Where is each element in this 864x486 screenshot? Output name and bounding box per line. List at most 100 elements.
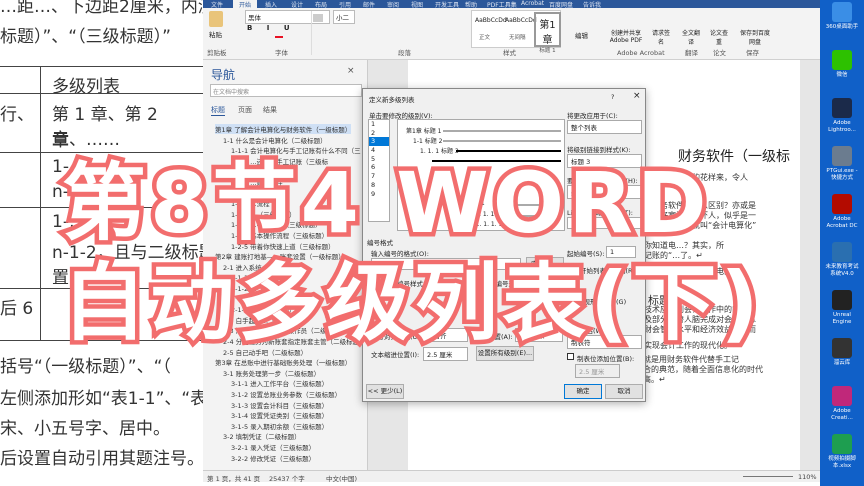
nav-heading-item[interactable]: 1-2-3 …导与系统（三级标题） xyxy=(231,219,322,229)
tab-stop-checkbox[interactable] xyxy=(567,353,574,360)
desktop-icon[interactable]: 视频拍摄脚本.xlsx xyxy=(823,434,861,470)
listnum-input[interactable] xyxy=(567,217,642,229)
font-size-select[interactable]: 小二 xyxy=(333,10,355,24)
nav-tab-pages[interactable]: 页面 xyxy=(238,105,252,115)
tab-home[interactable]: 开始 xyxy=(233,0,258,9)
paste-icon[interactable] xyxy=(209,11,223,27)
nav-heading-item[interactable]: 第2章 建账打地基——账套设置（一级标题） xyxy=(215,251,345,261)
help-button[interactable]: ? xyxy=(611,93,614,101)
number-format-input[interactable]: 1-1-1 xyxy=(371,258,521,270)
nav-heading-item[interactable]: 1-2-5 带着你快速上道（三级标题） xyxy=(231,241,335,251)
nav-heading-item[interactable]: 3-1-5 录入期初余额（三级标题） xyxy=(231,421,328,431)
request-signature-button[interactable]: 请求签名 xyxy=(650,28,672,46)
indent-input[interactable]: 2.5 厘米 xyxy=(423,347,468,361)
edit-button[interactable]: 编辑 xyxy=(575,30,588,40)
nav-heading-item[interactable]: 1-1-1 会计电算化与手工记账有什么不同（三 xyxy=(231,145,361,155)
tab-baidu[interactable]: 百度网盘 xyxy=(549,0,573,9)
start-at-input[interactable]: 1 xyxy=(606,246,636,258)
nav-heading-item[interactable]: 2-4 分配任务为新账套指定账套主管（二级标题） xyxy=(223,336,366,346)
align-at-input[interactable]: 1.5 厘米 xyxy=(515,328,563,342)
nav-heading-item[interactable]: 3-2-2 修改凭证（三级标题） xyxy=(231,453,315,463)
nav-heading-item[interactable]: 2-1-3 … xyxy=(231,294,257,302)
nav-tab-headings[interactable]: 标题 xyxy=(211,105,225,116)
font-color-icon[interactable] xyxy=(275,36,283,38)
baidu-save-button[interactable]: 保存到百度网盘 xyxy=(740,28,770,46)
tab-help[interactable]: 帮助 xyxy=(465,0,477,9)
gallery-level-select[interactable]: 级别 1 xyxy=(567,185,642,199)
nav-tab-results[interactable]: 结果 xyxy=(263,105,277,115)
tab-stop-input[interactable]: 2.5 厘米 xyxy=(575,364,620,378)
apply-to-select[interactable]: 整个列表 xyxy=(567,120,642,134)
nav-heading-item[interactable]: 2-1 进入系统… xyxy=(223,262,268,272)
level-option[interactable]: 1 xyxy=(369,120,389,129)
page-count[interactable]: 第 1 页，共 41 页 xyxy=(207,473,260,483)
nav-heading-item[interactable]: 1-2-1 …流程 xyxy=(231,198,270,208)
nav-heading-item[interactable]: 3-1-2 设置总账业务参数（三级标题） xyxy=(231,389,341,399)
level-option[interactable]: 4 xyxy=(369,146,389,155)
tab-layout[interactable]: 布局 xyxy=(315,0,327,9)
tab-insert[interactable]: 插入 xyxy=(265,0,277,9)
level-option[interactable]: 8 xyxy=(369,181,389,190)
nav-heading-item[interactable]: 3-1-3 设置会计科目（三级标题） xyxy=(231,400,328,410)
styles-gallery[interactable]: AaBbCcDd 正文 AaBbCcDd 无间隔 第1章 标题 1 xyxy=(471,10,561,54)
desktop-icon[interactable]: 溜云库 xyxy=(823,338,861,367)
tab-developer[interactable]: 开发工具 xyxy=(435,0,459,9)
nav-heading-item[interactable]: 3-1-1 进入工作平台（三级标题） xyxy=(231,378,328,388)
nav-heading-item[interactable]: 1-1-4 …财务软件 xyxy=(231,177,283,187)
level-option[interactable]: 7 xyxy=(369,172,389,181)
cancel-button[interactable]: 取消 xyxy=(605,384,643,399)
nav-heading-item[interactable]: 3-1 账务处理第一步（二级标题） xyxy=(223,368,320,378)
nav-heading-item[interactable]: 2-5 自己动手吧（二级标题） xyxy=(223,347,307,357)
tab-tell-me[interactable]: 告诉我 xyxy=(583,0,601,9)
tab-mailings[interactable]: 邮件 xyxy=(363,0,375,9)
nav-heading-item[interactable]: 1-2-4 基本操作流程（三级标题） xyxy=(231,230,328,240)
level-option[interactable]: 3 xyxy=(369,137,389,147)
format-buttons[interactable]: B I U xyxy=(247,24,296,32)
nav-heading-item[interactable]: 1-2 …（二级标题） xyxy=(223,188,281,198)
list-preview[interactable]: 第1章 标题 1 1-1 标题 2 1. 1. 1 标题 3 1. 1. 1. … xyxy=(397,119,565,231)
link-style-select[interactable]: 标题 3 xyxy=(567,154,642,168)
desktop-icon[interactable]: Adobe Creati... xyxy=(823,386,861,422)
zoom-level[interactable]: 110% xyxy=(798,473,817,481)
tab-acrobat[interactable]: Acrobat xyxy=(521,0,544,8)
close-button[interactable]: × xyxy=(633,91,641,101)
tab-view[interactable]: 视图 xyxy=(411,0,423,9)
tab-review[interactable]: 审阅 xyxy=(387,0,399,9)
less-button[interactable]: << 更少(L) xyxy=(366,384,404,399)
nav-search-input[interactable]: 在文档中搜索 xyxy=(210,84,362,97)
level-list[interactable]: 123456789 xyxy=(368,119,390,222)
follow-number-select[interactable]: 制表符 xyxy=(567,335,642,349)
close-icon[interactable]: × xyxy=(347,66,355,76)
nav-heading-item[interactable]: 1-1-2 …还需要手工记账（三级标 xyxy=(231,156,328,166)
nav-heading-item[interactable]: 2-1-2 …（三级标题） xyxy=(231,283,296,293)
desktop-icon[interactable]: PTGui.exe - 快捷方式 xyxy=(823,146,861,182)
nav-heading-item[interactable]: 3-2-1 录入凭证（三级标题） xyxy=(231,442,315,452)
set-all-levels-button[interactable]: 设置所有级别(E)... xyxy=(476,346,534,361)
multilevel-list-icon[interactable] xyxy=(313,14,323,22)
tab-pdf-tools[interactable]: PDF工具集 xyxy=(487,0,517,9)
desktop-icon[interactable]: Adobe Acrobat DC xyxy=(823,194,861,230)
nav-heading-item[interactable]: 2-1-4 …（三级标题） xyxy=(231,304,296,314)
nav-heading-item[interactable]: 1-1 什么是会计电算化（二级标题） xyxy=(223,135,327,145)
nav-heading-item[interactable]: 3-1-4 设置凭证类别（三级标题） xyxy=(231,410,328,420)
zoom-slider[interactable] xyxy=(743,476,793,477)
desktop-icon[interactable]: Unreal Engine xyxy=(823,290,861,326)
desktop-icon[interactable]: Adobe Lightroo... xyxy=(823,98,861,134)
nav-heading-item[interactable]: 2-1-1 …（三级标题） xyxy=(231,272,296,282)
desktop-icon[interactable]: 未来教育考试系统V4.0 xyxy=(823,242,861,278)
paper-check-button[interactable]: 论文查重 xyxy=(710,28,728,46)
alignment-select[interactable]: 左对齐 xyxy=(423,328,468,342)
nav-heading-item[interactable]: 1-2-2 …（三级标题） xyxy=(231,209,296,219)
paste-button[interactable]: 粘贴 xyxy=(209,29,222,39)
level-option[interactable]: 5 xyxy=(369,155,389,164)
nav-heading-item[interactable]: 1-1-3 …的难题 xyxy=(231,166,276,176)
desktop-icon[interactable]: 微信 xyxy=(823,50,861,79)
tab-references[interactable]: 引用 xyxy=(339,0,351,9)
nav-heading-item[interactable]: 2-3 添丁进口——增加操作员（二级标题） xyxy=(223,325,346,335)
nav-heading-item[interactable]: 2-2 白手起家…（二级标题） xyxy=(223,315,307,325)
nav-heading-item[interactable]: 第3章 在总账中进行基础账务处理（一级标题） xyxy=(215,357,351,367)
nav-heading-item[interactable]: 第1章 了解会计电算化与财务软件（一级标题） xyxy=(215,124,352,134)
word-count[interactable]: 25437 个字 xyxy=(269,473,305,483)
desktop-icon[interactable]: 360桌面助手 xyxy=(823,2,861,31)
create-pdf-button[interactable]: 创建并共享 Adobe PDF xyxy=(606,28,646,44)
